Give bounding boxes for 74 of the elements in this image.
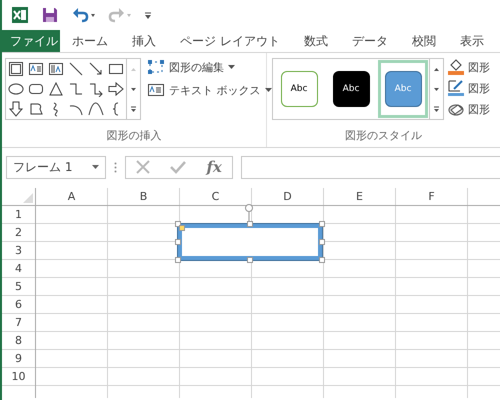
- style-preview: Abc: [332, 71, 370, 107]
- check-icon[interactable]: [170, 160, 186, 174]
- ribbon-tab[interactable]: 数式: [292, 30, 340, 52]
- resize-handle[interactable]: [319, 221, 325, 227]
- group-label: 図形の挿入: [106, 128, 162, 144]
- column-header[interactable]: D: [252, 188, 324, 205]
- rounded-rectangle-icon[interactable]: [28, 81, 44, 97]
- column-header[interactable]: B: [108, 188, 180, 205]
- elbow-connector-icon[interactable]: [68, 81, 84, 97]
- ribbon-tab[interactable]: 校閲: [400, 30, 448, 52]
- text-box-icon: [147, 82, 165, 98]
- dropdown-caret-icon: [92, 165, 99, 169]
- ribbon-tab[interactable]: 表示: [448, 30, 496, 52]
- save-icon[interactable]: [42, 7, 58, 23]
- vertical-text-box-icon[interactable]: [48, 61, 64, 77]
- edit-points-icon: [147, 59, 165, 75]
- row-header[interactable]: 8: [2, 332, 35, 350]
- row-header[interactable]: 9: [2, 350, 35, 368]
- insert-function-button[interactable]: fx: [206, 158, 222, 176]
- row-header[interactable]: 1: [2, 206, 35, 224]
- row-header[interactable]: 10: [2, 368, 35, 386]
- shape-style-option[interactable]: Abc: [274, 60, 324, 118]
- undo-icon[interactable]: [72, 7, 96, 23]
- resize-handle[interactable]: [319, 239, 325, 245]
- ribbon-command[interactable]: 図形: [448, 100, 490, 118]
- ribbon-command[interactable]: 図形: [448, 58, 490, 76]
- ribbon-tab[interactable]: 挿入: [120, 30, 168, 52]
- name-box[interactable]: フレーム 1: [6, 156, 106, 178]
- group-label: 図形のスタイル: [344, 128, 423, 144]
- rectangle-icon[interactable]: [108, 61, 124, 77]
- ribbon-tab[interactable]: ページ レイアウト: [168, 30, 292, 52]
- arrow-line-icon[interactable]: [88, 61, 104, 77]
- row-header[interactable]: 4: [2, 260, 35, 278]
- frame-icon[interactable]: [8, 61, 24, 77]
- customize-menu-icon[interactable]: [144, 10, 152, 20]
- style-preview: Abc: [384, 71, 422, 107]
- adjust-handle[interactable]: [179, 225, 185, 231]
- ribbon-tab[interactable]: ホーム: [60, 30, 120, 52]
- row-header[interactable]: 2: [2, 224, 35, 242]
- ribbon-tab[interactable]: データ: [340, 30, 400, 52]
- ribbon-tab[interactable]: ファイル: [2, 30, 60, 52]
- formula-input[interactable]: [241, 156, 500, 178]
- resize-handle[interactable]: [247, 221, 253, 227]
- resize-handle[interactable]: [175, 257, 181, 263]
- triangle-icon[interactable]: [48, 81, 64, 97]
- oval-icon[interactable]: [8, 81, 24, 97]
- resize-handle[interactable]: [175, 239, 181, 245]
- resize-handle[interactable]: [319, 257, 325, 263]
- down-arrow-icon[interactable]: [8, 101, 24, 117]
- row-header[interactable]: 7: [2, 314, 35, 332]
- resize-handle[interactable]: [247, 257, 253, 263]
- row-header[interactable]: 3: [2, 242, 35, 260]
- ribbon-command[interactable]: テキスト ボックス: [147, 81, 272, 99]
- grip-icon[interactable]: [114, 162, 117, 172]
- ribbon-command[interactable]: 図形: [448, 79, 490, 97]
- rotate-handle[interactable]: [244, 204, 254, 221]
- ribbon-command[interactable]: 図形の編集: [147, 58, 272, 76]
- row-header[interactable]: 6: [2, 296, 35, 314]
- excel-logo-icon: [12, 7, 28, 23]
- style-preview: Abc: [280, 71, 318, 107]
- row-header[interactable]: 5: [2, 278, 35, 296]
- line-icon[interactable]: [68, 61, 84, 77]
- text-box-icon[interactable]: [28, 61, 44, 77]
- column-header[interactable]: F: [396, 188, 468, 205]
- column-header[interactable]: A: [36, 188, 108, 205]
- curve-icon[interactable]: [88, 101, 104, 117]
- cell-grid[interactable]: [36, 206, 500, 398]
- fill-icon: [448, 59, 464, 75]
- right-arrow-icon[interactable]: [108, 81, 124, 97]
- freeform-icon[interactable]: [28, 101, 44, 117]
- pen-icon: [448, 80, 464, 96]
- elbow-arrow-icon[interactable]: [88, 81, 104, 97]
- column-header[interactable]: E: [324, 188, 396, 205]
- shape-style-option[interactable]: Abc: [326, 60, 376, 118]
